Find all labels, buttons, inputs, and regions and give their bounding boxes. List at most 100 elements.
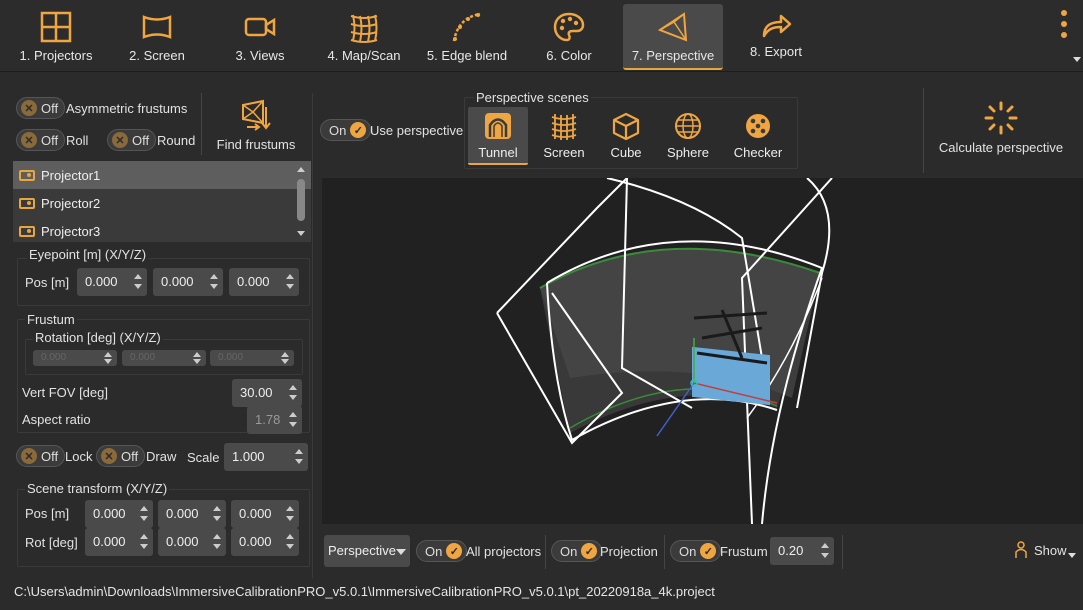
- more-menu-icon[interactable]: [1057, 10, 1071, 44]
- aspect-ratio-field: 1.78: [247, 406, 302, 434]
- projector-icon: [19, 225, 35, 237]
- stepper-icon[interactable]: [212, 504, 222, 524]
- calculate-perspective-button[interactable]: Calculate perspective: [934, 100, 1068, 160]
- scene-checker-button[interactable]: Checker: [728, 107, 788, 165]
- tab-label: 5. Edge blend: [426, 48, 508, 63]
- round-toggle[interactable]: ✕ Off: [107, 129, 157, 151]
- grid-screen-icon: [551, 114, 577, 140]
- stepper-icon[interactable]: [139, 532, 149, 552]
- scene-transform-title: Scene transform (X/Y/Z): [25, 481, 170, 496]
- use-perspective-toggle[interactable]: On ✓: [320, 119, 372, 141]
- x-icon: ✕: [21, 100, 37, 116]
- scene-pos-z-field[interactable]: 0.000: [231, 500, 299, 528]
- lock-label: Lock: [65, 449, 93, 464]
- stepper-icon[interactable]: [133, 272, 143, 292]
- scene-sphere-button[interactable]: Sphere: [660, 107, 716, 165]
- x-icon: ✕: [21, 448, 37, 464]
- projectors-grid-icon: [40, 11, 72, 43]
- chevron-down-icon[interactable]: [1073, 57, 1081, 62]
- stepper-icon[interactable]: [820, 541, 830, 561]
- find-frustums-button[interactable]: Find frustums: [210, 97, 302, 153]
- scroll-up-icon[interactable]: [297, 167, 305, 172]
- tab-views[interactable]: 3. Views: [214, 4, 306, 70]
- stepper-icon[interactable]: [294, 447, 304, 467]
- stepper-icon[interactable]: [212, 532, 222, 552]
- tab-label: 7. Perspective: [631, 48, 715, 63]
- stepper-icon[interactable]: [280, 351, 290, 365]
- 3d-viewport[interactable]: [322, 178, 1083, 524]
- projector-list[interactable]: Projector1 Projector2 Projector3: [13, 161, 311, 242]
- list-item[interactable]: Projector2: [13, 189, 311, 217]
- scene-cube-button[interactable]: Cube: [600, 107, 652, 165]
- list-item[interactable]: Projector1: [13, 161, 311, 189]
- all-projectors-toggle[interactable]: On ✓: [416, 540, 468, 562]
- scene-rot-x-field[interactable]: 0.000: [85, 528, 153, 556]
- stepper-icon[interactable]: [285, 272, 295, 292]
- scene-rot-z-field[interactable]: 0.000: [231, 528, 299, 556]
- lock-toggle[interactable]: ✕ Off: [16, 445, 66, 467]
- rotation-x-field[interactable]: 0.000: [33, 350, 117, 366]
- scene-screen-button[interactable]: Screen: [536, 107, 592, 165]
- view-mode-dropdown[interactable]: Perspective: [324, 535, 410, 567]
- stepper-icon[interactable]: [285, 504, 295, 524]
- roll-toggle[interactable]: ✕ Off: [16, 129, 66, 151]
- projection-toggle[interactable]: On ✓: [551, 540, 603, 562]
- frustum-size-field[interactable]: 0.20: [770, 537, 834, 565]
- field-value: 0.000: [93, 534, 126, 549]
- divider: [201, 93, 202, 155]
- mesh-warp-icon: [350, 14, 378, 43]
- tab-projectors[interactable]: 1. Projectors: [8, 4, 104, 70]
- x-icon: ✕: [21, 132, 37, 148]
- list-item[interactable]: Projector3: [13, 217, 311, 242]
- check-icon: ✓: [446, 543, 463, 559]
- tab-map-scan[interactable]: 4. Map/Scan: [318, 4, 410, 70]
- eyepoint-y-field[interactable]: 0.000: [153, 268, 223, 296]
- vert-fov-field[interactable]: 30.00: [232, 379, 302, 407]
- check-icon: ✓: [581, 543, 598, 559]
- eyepoint-x-field[interactable]: 0.000: [77, 268, 147, 296]
- field-value: 0.000: [41, 352, 67, 363]
- tab-color[interactable]: 6. Color: [524, 4, 614, 70]
- stepper-icon[interactable]: [103, 351, 113, 365]
- palette-icon: [553, 12, 585, 42]
- scene-pos-x-field[interactable]: 0.000: [85, 500, 153, 528]
- list-scrollbar[interactable]: [294, 165, 308, 240]
- round-label: Round: [157, 133, 196, 148]
- tab-edge-blend[interactable]: 5. Edge blend: [420, 4, 514, 70]
- status-bar: C:\Users\admin\Downloads\ImmersiveCalibr…: [0, 578, 1083, 610]
- tab-perspective[interactable]: 7. Perspective: [623, 4, 723, 70]
- scroll-down-icon[interactable]: [297, 231, 305, 236]
- divider: [842, 535, 843, 569]
- main-toolbar: 1. Projectors 2. Screen 3. Views 4. Map/…: [0, 0, 1083, 72]
- draw-toggle[interactable]: ✕ Off: [96, 445, 146, 467]
- field-value: 0.20: [778, 543, 804, 558]
- rotation-z-field[interactable]: 0.000: [210, 350, 294, 366]
- scene-pos-label: Pos [m]: [25, 506, 70, 521]
- divider: [312, 93, 313, 578]
- tab-screen[interactable]: 2. Screen: [112, 4, 202, 70]
- asymmetric-frustums-toggle[interactable]: ✕ Off: [16, 97, 66, 119]
- tab-export[interactable]: 8. Export: [730, 4, 822, 70]
- stepper-icon[interactable]: [285, 532, 295, 552]
- eyepoint-z-field[interactable]: 0.000: [229, 268, 299, 296]
- field-value: 0.000: [130, 352, 156, 363]
- show-menu-button[interactable]: Show: [1012, 540, 1076, 562]
- stepper-icon[interactable]: [288, 383, 298, 403]
- scene-pos-y-field[interactable]: 0.000: [158, 500, 226, 528]
- stepper-icon[interactable]: [192, 351, 202, 365]
- scene-tunnel-button[interactable]: Tunnel: [468, 107, 528, 165]
- rotation-y-field[interactable]: 0.000: [122, 350, 206, 366]
- scale-field[interactable]: 1.000: [224, 443, 308, 471]
- stepper-icon[interactable]: [209, 272, 219, 292]
- frustum-toggle[interactable]: On ✓: [670, 540, 722, 562]
- scene-rot-y-field[interactable]: 0.000: [158, 528, 226, 556]
- field-value: 0.000: [239, 534, 272, 549]
- asymmetric-frustums-label: Asymmetric frustums: [66, 101, 188, 116]
- scroll-thumb[interactable]: [297, 179, 305, 221]
- chevron-down-icon: [396, 549, 406, 555]
- export-arrow-icon: [762, 14, 792, 38]
- stepper-icon[interactable]: [139, 504, 149, 524]
- camera-icon: [244, 17, 276, 37]
- field-value: 30.00: [240, 385, 273, 400]
- scene-label: Screen: [543, 145, 585, 160]
